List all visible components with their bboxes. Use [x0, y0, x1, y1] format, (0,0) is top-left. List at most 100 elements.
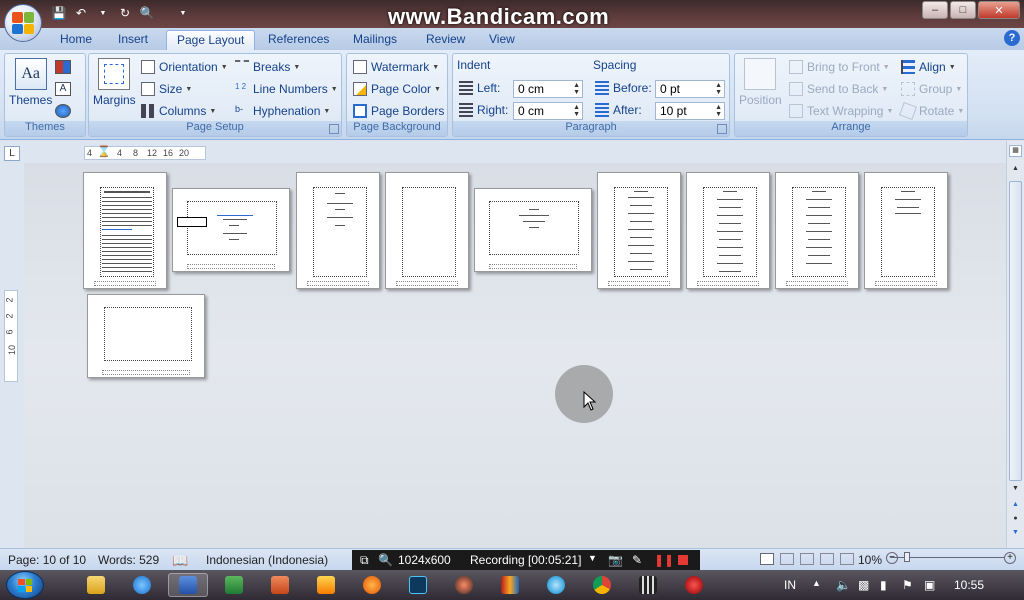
magnifier-icon[interactable]: 🔍: [378, 553, 393, 567]
recording-menu-icon[interactable]: ▼: [588, 553, 597, 563]
horizontal-ruler[interactable]: 4 ⌛ 4 8 12 16 20: [84, 146, 206, 160]
app-taskbar-button[interactable]: [444, 573, 484, 597]
network-icon[interactable]: ▩: [858, 578, 869, 592]
flag-icon[interactable]: ⚑: [902, 578, 913, 592]
document-page[interactable]: [775, 172, 859, 289]
explorer-taskbar-button[interactable]: [76, 573, 116, 597]
save-icon[interactable]: 💾: [50, 4, 68, 22]
line-numbers-button[interactable]: 1 2 Line Numbers ▼: [235, 82, 338, 96]
clock[interactable]: 10:55: [954, 578, 984, 592]
resize-icon[interactable]: ⧉: [360, 553, 369, 568]
tab-insert[interactable]: Insert: [108, 30, 158, 50]
document-page[interactable]: [87, 294, 205, 378]
print-layout-view-icon[interactable]: [760, 553, 774, 565]
breaks-button[interactable]: Breaks ▼: [235, 60, 300, 74]
redo-icon[interactable]: ↻: [116, 4, 134, 22]
zoom-in-icon[interactable]: +: [1004, 552, 1016, 564]
chrome-taskbar-button[interactable]: [582, 573, 622, 597]
pause-icon[interactable]: ❚❚: [654, 553, 674, 567]
tab-home[interactable]: Home: [50, 30, 102, 50]
help-icon[interactable]: ?: [1004, 30, 1020, 46]
document-page[interactable]: [864, 172, 948, 289]
media-player-taskbar-button[interactable]: [306, 573, 346, 597]
scroll-up-icon[interactable]: ▲: [1009, 165, 1022, 177]
stop-icon[interactable]: [678, 555, 688, 565]
full-screen-reading-icon[interactable]: [780, 553, 794, 565]
previous-page-icon[interactable]: ▲: [1009, 501, 1022, 513]
tab-page-layout[interactable]: Page Layout: [166, 30, 256, 50]
excel-taskbar-button[interactable]: [214, 573, 254, 597]
bring-to-front-button[interactable]: Bring to Front ▼: [789, 60, 890, 74]
powerpoint-taskbar-button[interactable]: [260, 573, 300, 597]
theme-effects-icon[interactable]: [55, 104, 71, 118]
indent-left-input[interactable]: 0 cm ▲ ▼: [513, 80, 583, 98]
position-button[interactable]: Position: [739, 58, 782, 107]
page-borders-button[interactable]: Page Borders: [353, 104, 444, 118]
customize-qat-icon[interactable]: ▼: [174, 4, 192, 22]
web-layout-icon[interactable]: [800, 553, 814, 565]
document-area[interactable]: [24, 163, 1006, 548]
page-setup-launcher-icon[interactable]: [329, 124, 339, 134]
tab-selector[interactable]: L: [4, 146, 20, 161]
draft-view-icon[interactable]: [840, 553, 854, 565]
photoshop-taskbar-button[interactable]: [398, 573, 438, 597]
spelling-check-icon[interactable]: 📖: [172, 553, 188, 569]
display-icon[interactable]: ▣: [924, 578, 935, 592]
tab-mailings[interactable]: Mailings: [343, 30, 407, 50]
watermark-button[interactable]: Watermark ▼: [353, 60, 439, 74]
next-page-icon[interactable]: ▼: [1009, 529, 1022, 541]
close-button[interactable]: ✕: [978, 1, 1020, 19]
tab-view[interactable]: View: [479, 30, 525, 50]
volume-icon[interactable]: 🔈: [836, 578, 851, 592]
document-page[interactable]: [172, 188, 290, 272]
indent-right-input[interactable]: 0 cm ▲ ▼: [513, 102, 583, 120]
word-count[interactable]: Words: 529: [98, 553, 159, 567]
winrar-taskbar-button[interactable]: [490, 573, 530, 597]
theme-colors-icon[interactable]: [55, 60, 71, 74]
send-to-back-button[interactable]: Send to Back ▼: [789, 82, 888, 96]
tab-references[interactable]: References: [258, 30, 339, 50]
zoom-level[interactable]: 10%: [858, 553, 882, 567]
view-ruler-icon[interactable]: ▦: [1009, 145, 1022, 157]
size-button[interactable]: Size ▼: [141, 82, 192, 96]
language-bar[interactable]: IN: [784, 578, 796, 592]
rotate-button[interactable]: Rotate ▼: [899, 102, 964, 120]
select-browse-object-icon[interactable]: ●: [1009, 515, 1022, 527]
language-indicator[interactable]: Indonesian (Indonesia): [206, 553, 328, 567]
indent-marker-icon[interactable]: ⌛: [97, 145, 111, 158]
text-wrapping-button[interactable]: Text Wrapping ▼: [789, 104, 893, 118]
document-page[interactable]: [385, 172, 469, 289]
document-page[interactable]: [83, 172, 167, 289]
theme-fonts-icon[interactable]: A: [55, 82, 71, 96]
outline-view-icon[interactable]: [820, 553, 834, 565]
vertical-ruler[interactable]: 2 2 6 10: [4, 290, 18, 382]
vertical-scrollbar[interactable]: ▦ ▲ ▼ ▲ ● ▼: [1006, 141, 1024, 548]
document-page[interactable]: [686, 172, 770, 289]
print-preview-icon[interactable]: 🔍: [138, 4, 156, 22]
battery-icon[interactable]: ▮: [880, 578, 887, 592]
camera-icon[interactable]: 📷: [608, 553, 623, 567]
columns-button[interactable]: Columns ▼: [141, 104, 216, 118]
document-page[interactable]: [296, 172, 380, 289]
start-button[interactable]: [6, 571, 44, 599]
spacing-after-input[interactable]: 10 pt ▲ ▼: [655, 102, 725, 120]
browser-taskbar-button[interactable]: [536, 573, 576, 597]
tray-expand-icon[interactable]: ▲: [812, 578, 821, 588]
maximize-button[interactable]: □: [950, 1, 976, 19]
video-taskbar-button[interactable]: [628, 573, 668, 597]
ie-taskbar-button[interactable]: [122, 573, 162, 597]
scroll-down-icon[interactable]: ▼: [1009, 485, 1022, 497]
document-page[interactable]: [597, 172, 681, 289]
orientation-button[interactable]: Orientation ▼: [141, 60, 228, 74]
word-taskbar-button[interactable]: [168, 573, 208, 597]
paragraph-launcher-icon[interactable]: [717, 124, 727, 134]
page-color-button[interactable]: Page Color ▼: [353, 82, 441, 96]
tab-review[interactable]: Review: [416, 30, 475, 50]
themes-button[interactable]: Aa Themes: [9, 58, 52, 107]
zoom-slider[interactable]: [890, 552, 1005, 562]
align-button[interactable]: Align ▼: [901, 60, 956, 74]
spacing-before-input[interactable]: 0 pt ▲ ▼: [655, 80, 725, 98]
pencil-icon[interactable]: ✎: [632, 553, 642, 567]
group-button[interactable]: Group ▼: [901, 82, 962, 96]
firefox-taskbar-button[interactable]: [352, 573, 392, 597]
